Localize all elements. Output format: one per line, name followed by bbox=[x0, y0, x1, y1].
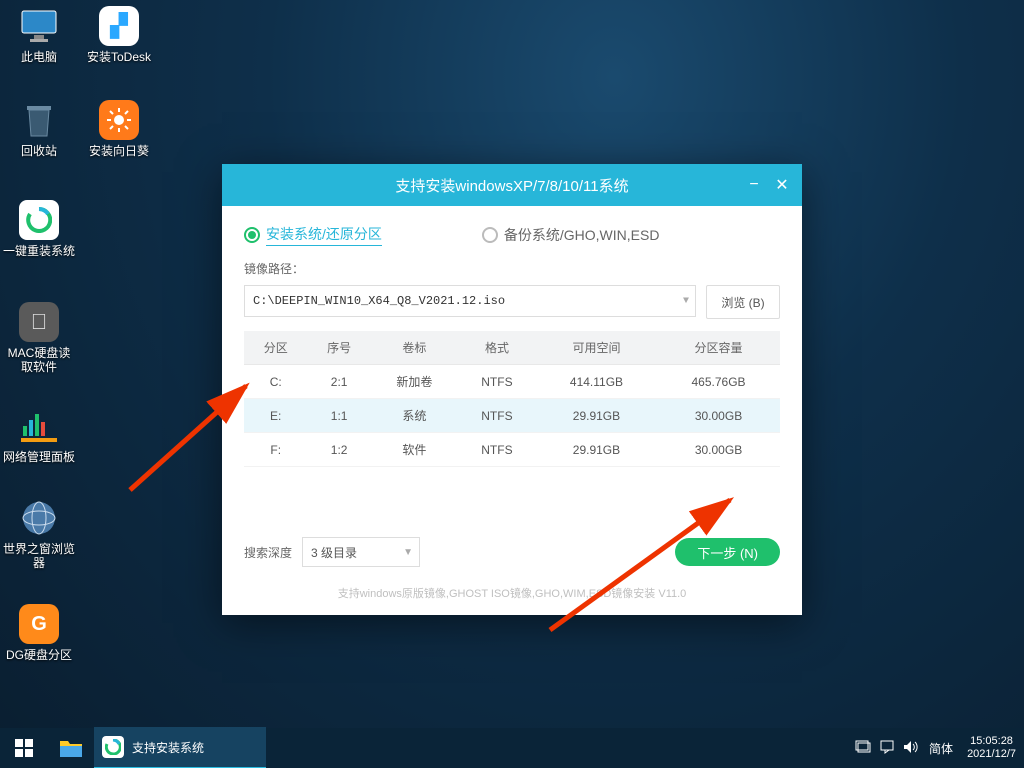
table-row[interactable]: F:1:2软件NTFS29.91GB30.00GB bbox=[244, 433, 780, 467]
folder-icon bbox=[59, 738, 83, 758]
desktop-icon-label: MAC硬盘读取软件 bbox=[2, 346, 76, 374]
browse-button[interactable]: 浏览 (B) bbox=[706, 285, 780, 319]
desktop-icon-label: 此电脑 bbox=[2, 50, 76, 64]
tray-ime[interactable]: 简体 bbox=[923, 740, 959, 757]
start-button[interactable] bbox=[0, 728, 48, 768]
search-depth-select[interactable]: 3 级目录 ▼ bbox=[302, 537, 420, 567]
diskgenius-icon: G bbox=[19, 604, 59, 644]
desktop-icon-todesk[interactable]: ▞ 安装ToDesk bbox=[82, 6, 156, 64]
tab-backup[interactable]: 备份系统/GHO,WIN,ESD bbox=[504, 225, 660, 245]
image-path-label: 镜像路径： bbox=[244, 260, 780, 277]
desktop-icon-label: 一键重装系统 bbox=[2, 244, 76, 258]
apple-icon:  bbox=[19, 302, 59, 342]
table-cell: 29.91GB bbox=[536, 433, 657, 467]
tray-date: 2021/12/7 bbox=[967, 748, 1016, 761]
table-header: 分区容量 bbox=[657, 331, 780, 365]
taskbar-file-explorer[interactable] bbox=[48, 728, 94, 768]
table-cell: 465.76GB bbox=[657, 365, 780, 399]
desktop-icon-network-panel[interactable]: 网络管理面板 bbox=[2, 406, 76, 464]
titlebar[interactable]: 支持安装windowsXP/7/8/10/11系统 − ✕ bbox=[222, 164, 802, 206]
table-header: 序号 bbox=[307, 331, 370, 365]
minimize-button[interactable]: − bbox=[740, 176, 768, 194]
reinstall-icon bbox=[19, 200, 59, 240]
table-row[interactable]: C:2:1新加卷NTFS414.11GB465.76GB bbox=[244, 365, 780, 399]
desktop-icon-label: 网络管理面板 bbox=[2, 450, 76, 464]
table-cell: 2:1 bbox=[307, 365, 370, 399]
table-header: 格式 bbox=[458, 331, 536, 365]
image-path-input[interactable]: C:\DEEPIN_WIN10_X64_Q8_V2021.12.iso ▼ bbox=[244, 285, 696, 317]
desktop-icon-reinstall-system[interactable]: 一键重装系统 bbox=[2, 200, 76, 258]
tray-network-icon[interactable] bbox=[851, 740, 875, 757]
table-cell: 1:2 bbox=[307, 433, 370, 467]
tray-clock[interactable]: 15:05:28 2021/12/7 bbox=[959, 735, 1024, 761]
window-title: 支持安装windowsXP/7/8/10/11系统 bbox=[395, 175, 628, 196]
network-panel-icon bbox=[19, 406, 59, 446]
desktop-icon-theworld-browser[interactable]: 世界之窗浏览器 bbox=[2, 498, 76, 570]
image-path-value: C:\DEEPIN_WIN10_X64_Q8_V2021.12.iso bbox=[253, 294, 505, 308]
table-cell: NTFS bbox=[458, 399, 536, 433]
system-tray: 简体 15:05:28 2021/12/7 bbox=[851, 728, 1024, 768]
desktop-icon-label: 世界之窗浏览器 bbox=[2, 542, 76, 570]
radio-install[interactable] bbox=[244, 227, 260, 243]
chevron-down-icon[interactable]: ▼ bbox=[403, 547, 413, 558]
desktop-icon-label: 安装向日葵 bbox=[82, 144, 156, 158]
taskbar: 支持安装系统 简体 15:05:28 2021/12/7 bbox=[0, 728, 1024, 768]
tray-action-center-icon[interactable] bbox=[875, 740, 899, 757]
globe-icon bbox=[19, 498, 59, 538]
desktop-icon-this-pc[interactable]: 此电脑 bbox=[2, 6, 76, 64]
table-cell: 30.00GB bbox=[657, 399, 780, 433]
trash-icon bbox=[19, 100, 59, 140]
radio-backup[interactable] bbox=[482, 227, 498, 243]
table-cell: C: bbox=[244, 365, 307, 399]
desktop-icon-diskgenius[interactable]: G DG硬盘分区 bbox=[2, 604, 76, 662]
taskbar-task-label: 支持安装系统 bbox=[132, 739, 204, 756]
todesk-icon: ▞ bbox=[99, 6, 139, 46]
desktop-icon-mac-disk[interactable]:  MAC硬盘读取软件 bbox=[2, 302, 76, 374]
search-depth-value: 3 级目录 bbox=[311, 544, 357, 561]
close-button[interactable]: ✕ bbox=[768, 175, 796, 195]
desktop-icon-sunlogin[interactable]: 安装向日葵 bbox=[82, 100, 156, 158]
table-cell: 软件 bbox=[371, 433, 458, 467]
table-header: 分区 bbox=[244, 331, 307, 365]
installer-window: 支持安装windowsXP/7/8/10/11系统 − ✕ 安装系统/还原分区 … bbox=[222, 164, 802, 615]
table-cell: E: bbox=[244, 399, 307, 433]
search-depth-label: 搜索深度 bbox=[244, 544, 292, 561]
table-row[interactable]: E:1:1系统NTFS29.91GB30.00GB bbox=[244, 399, 780, 433]
table-cell: F: bbox=[244, 433, 307, 467]
taskbar-task-installer[interactable]: 支持安装系统 bbox=[94, 727, 266, 768]
tray-time: 15:05:28 bbox=[967, 735, 1016, 748]
chevron-down-icon[interactable]: ▼ bbox=[683, 296, 689, 307]
desktop-icon-label: 回收站 bbox=[2, 144, 76, 158]
table-header: 卷标 bbox=[371, 331, 458, 365]
sunflower-icon bbox=[99, 100, 139, 140]
table-header: 可用空间 bbox=[536, 331, 657, 365]
footer-hint: 支持windows原版镜像,GHOST ISO镜像,GHO,WIM,ESD镜像安… bbox=[244, 585, 780, 601]
tray-volume-icon[interactable] bbox=[899, 740, 923, 757]
desktop-icon-label: 安装ToDesk bbox=[82, 50, 156, 64]
desktop-icon-recycle-bin[interactable]: 回收站 bbox=[2, 100, 76, 158]
table-cell: 系统 bbox=[371, 399, 458, 433]
next-button[interactable]: 下一步 (N) bbox=[675, 538, 780, 566]
desktop-icon-label: DG硬盘分区 bbox=[2, 648, 76, 662]
table-cell: 414.11GB bbox=[536, 365, 657, 399]
windows-icon bbox=[15, 739, 33, 757]
table-cell: 30.00GB bbox=[657, 433, 780, 467]
table-cell: NTFS bbox=[458, 365, 536, 399]
table-cell: 1:1 bbox=[307, 399, 370, 433]
monitor-icon bbox=[19, 6, 59, 46]
table-cell: 新加卷 bbox=[371, 365, 458, 399]
table-cell: NTFS bbox=[458, 433, 536, 467]
partition-table: 分区序号卷标格式可用空间分区容量 C:2:1新加卷NTFS414.11GB465… bbox=[244, 331, 780, 467]
installer-icon bbox=[102, 736, 124, 758]
table-cell: 29.91GB bbox=[536, 399, 657, 433]
tab-install-restore[interactable]: 安装系统/还原分区 bbox=[266, 224, 382, 246]
